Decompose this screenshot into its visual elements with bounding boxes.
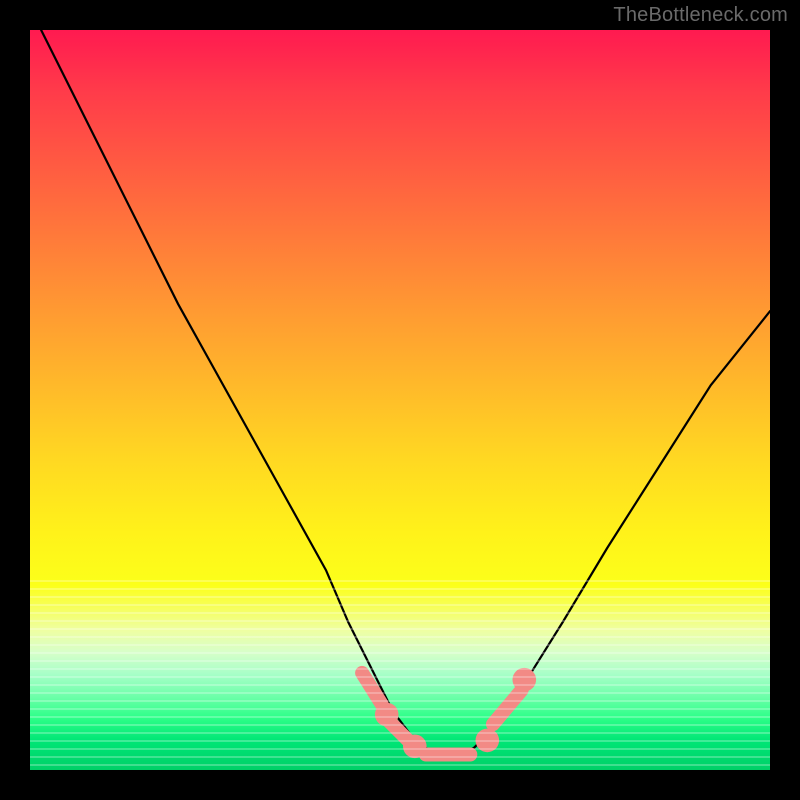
curve-marker-capsule — [388, 720, 409, 741]
curve-marker — [476, 729, 500, 753]
curve-svg — [30, 30, 770, 770]
curve-marker-capsule — [493, 690, 522, 724]
watermark-text: TheBottleneck.com — [613, 4, 788, 27]
chart-frame: TheBottleneck.com — [0, 0, 800, 800]
curve-marker — [513, 668, 537, 692]
plot-area — [30, 30, 770, 770]
bottleneck-curve — [30, 8, 770, 755]
marker-group — [362, 668, 536, 758]
curve-marker-capsule — [362, 673, 382, 704]
